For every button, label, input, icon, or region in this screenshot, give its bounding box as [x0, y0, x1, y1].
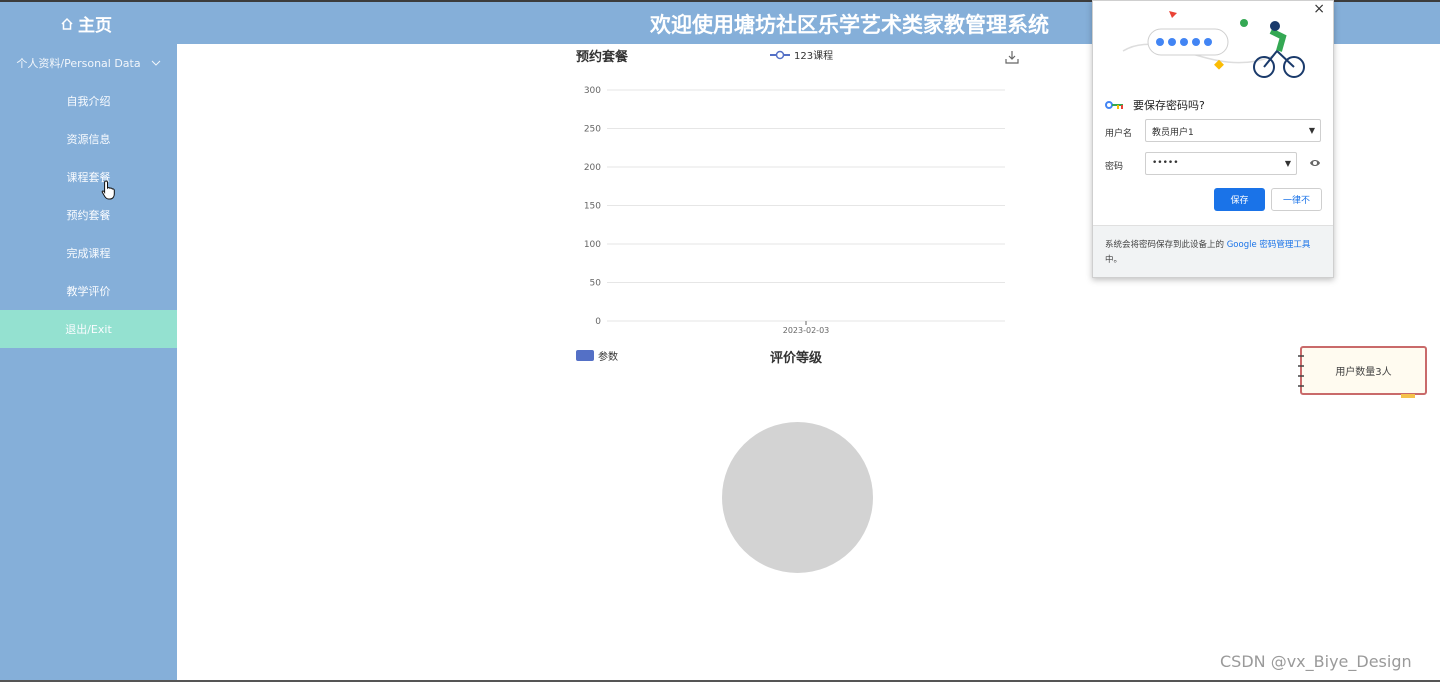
y-tick-label: 50 — [590, 279, 602, 289]
eye-icon[interactable] — [1309, 158, 1321, 168]
sidebar-item-resources[interactable]: 资源信息 — [0, 120, 177, 158]
sidebar-item-booked-packages[interactable]: 预约套餐 — [0, 196, 177, 234]
caret-down-icon: ▼ — [1284, 159, 1291, 168]
footer-suffix: 中。 — [1105, 255, 1123, 265]
sidebar-item-teaching-evaluation[interactable]: 教学评价 — [0, 272, 177, 310]
pie-legend[interactable]: 参数 — [576, 348, 618, 363]
never-button[interactable]: 一律不 — [1271, 188, 1322, 211]
y-tick-label: 100 — [584, 240, 601, 250]
x-tick-label: 2023-02-03 — [783, 326, 830, 335]
sidebar-group-label: 个人资料/Personal Data — [16, 57, 141, 70]
home-label: 主页 — [78, 16, 112, 36]
pie-title: 评价等级 — [770, 351, 823, 366]
sidebar: 个人资料/Personal Data 自我介绍 资源信息 课程套餐 预约套餐 完… — [0, 44, 177, 682]
password-label: 密码 — [1105, 162, 1124, 172]
password-field[interactable]: ••••• ▼ — [1145, 152, 1297, 175]
popup-heading: 要保存密码吗? — [1105, 97, 1205, 113]
sidebar-item-label: 预约套餐 — [66, 209, 111, 222]
home-link[interactable]: 主页 — [60, 11, 112, 36]
y-tick-label: 200 — [584, 163, 601, 173]
footer-text: 系统会将密码保存到此设备上的 — [1105, 240, 1225, 250]
sidebar-group-personal-data[interactable]: 个人资料/Personal Data — [0, 44, 177, 82]
close-icon[interactable]: × — [1313, 1, 1325, 17]
legend-line-icon — [770, 50, 790, 59]
username-value: 教员用户1 — [1152, 128, 1194, 138]
legend-swatch — [576, 350, 594, 361]
username-label: 用户名 — [1105, 129, 1133, 139]
y-tick-label: 250 — [584, 125, 601, 135]
sidebar-item-label: 资源信息 — [66, 133, 111, 146]
sidebar-item-exit[interactable]: 退出/Exit — [0, 310, 177, 348]
sidebar-item-label: 教学评价 — [66, 285, 111, 298]
pie-chart-empty — [722, 422, 873, 573]
user-count-note: 用户数量3人 — [1298, 346, 1427, 398]
chart-title: 预约套餐 — [576, 50, 629, 65]
sidebar-item-course-packages[interactable]: 课程套餐 — [0, 158, 177, 196]
sidebar-item-completed-courses[interactable]: 完成课程 — [0, 234, 177, 272]
bar-chart: 0 50 100 150 200 250 300 2023-02-03 — [584, 86, 1005, 335]
username-field[interactable]: 教员用户1 ▼ — [1145, 119, 1321, 142]
popup-footer: 系统会将密码保存到此设备上的 Google 密码管理工具 中。 — [1093, 225, 1333, 277]
y-tick-label: 0 — [595, 317, 601, 327]
password-value: ••••• — [1152, 158, 1179, 168]
binder-rings-icon — [1298, 355, 1304, 387]
download-icon[interactable] — [1005, 50, 1019, 64]
sidebar-item-label: 自我介绍 — [66, 95, 111, 108]
password-illustration — [1122, 11, 1305, 78]
note-tab — [1401, 394, 1415, 398]
site-title: 欢迎使用塘坊社区乐学艺术类家教管理系统 — [650, 13, 1049, 37]
caret-down-icon: ▼ — [1308, 126, 1315, 135]
save-password-dialog: × 要保存密码吗? 用户名 教员用户1 ▼ 密码 ••••• ▼ 保存 一律不 … — [1092, 0, 1334, 278]
y-tick-label: 150 — [584, 202, 601, 212]
chevron-down-icon — [151, 60, 160, 66]
legend-label: 123课程 — [794, 51, 834, 62]
watermark: CSDN @vx_Biye_Design — [1220, 652, 1412, 671]
legend-label: 参数 — [598, 352, 618, 363]
password-manager-link[interactable]: Google 密码管理工具 — [1227, 240, 1311, 250]
popup-heading-text: 要保存密码吗? — [1133, 99, 1205, 112]
save-password-button[interactable]: 保存 — [1214, 188, 1265, 211]
note-text: 用户数量3人 — [1335, 367, 1392, 378]
y-tick-label: 300 — [584, 86, 601, 96]
sidebar-item-self-intro[interactable]: 自我介绍 — [0, 82, 177, 120]
sidebar-item-label: 退出/Exit — [65, 323, 112, 336]
sidebar-item-label: 完成课程 — [66, 247, 111, 260]
key-icon — [1105, 101, 1123, 109]
hand-cursor-icon — [101, 180, 115, 200]
home-icon — [61, 17, 73, 30]
chart-legend[interactable]: 123课程 — [770, 47, 833, 62]
